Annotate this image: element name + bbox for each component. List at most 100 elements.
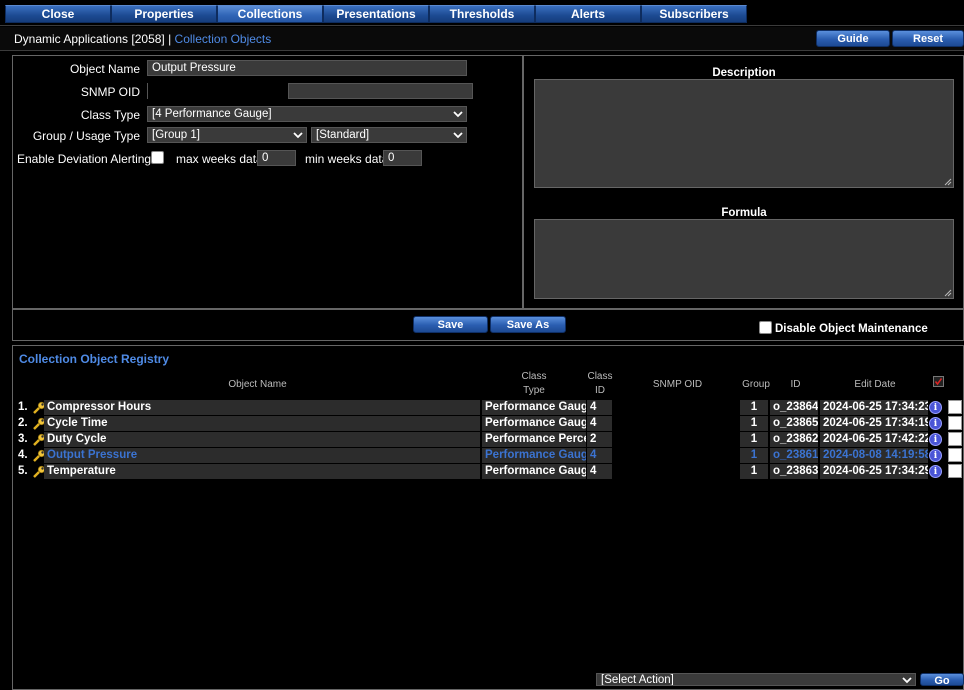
select-action-value: [Select Action] <box>601 674 674 686</box>
formula-textarea[interactable] <box>534 219 954 299</box>
formula-label: Formula <box>721 207 767 219</box>
deviation-alerting-label: Enable Deviation Alerting: <box>17 152 155 166</box>
max-weeks-input[interactable]: 0 <box>257 150 296 166</box>
row-class-type: Performance Percent <box>482 432 586 447</box>
table-row[interactable]: 3. Duty Cycle Performance Percent 2 1 o_… <box>14 432 964 448</box>
row-checkbox[interactable] <box>948 448 962 462</box>
col-class-type[interactable]: Class Type <box>484 370 584 398</box>
row-class-id: 4 <box>587 416 612 431</box>
row-object-name[interactable]: Output Pressure <box>44 448 480 463</box>
tab-properties[interactable]: Properties <box>111 5 217 23</box>
tab-subscribers[interactable]: Subscribers <box>641 5 747 23</box>
row-checkbox[interactable] <box>948 464 962 478</box>
row-class-type: Performance Gauge <box>482 400 586 415</box>
info-icon[interactable]: i <box>929 449 942 462</box>
group-value: [Group 1] <box>152 129 200 141</box>
col-id[interactable]: ID <box>778 378 813 392</box>
row-edit-date: 2024-06-25 17:34:29 <box>820 464 928 479</box>
disable-maintenance-checkbox[interactable] <box>759 321 772 334</box>
usage-type-select[interactable]: [Standard] <box>311 127 467 143</box>
col-class-id[interactable]: Class ID <box>585 370 615 398</box>
row-group: 1 <box>740 432 768 447</box>
deviation-alerting-checkbox[interactable] <box>151 151 164 164</box>
row-checkbox[interactable] <box>948 416 962 430</box>
guide-button[interactable]: Guide <box>816 30 890 47</box>
row-number: 5. <box>18 465 28 477</box>
save-button[interactable]: Save <box>413 316 488 333</box>
table-row[interactable]: 1. Compressor Hours Performance Gauge 4 … <box>14 400 964 416</box>
info-icon[interactable]: i <box>929 417 942 430</box>
snmp-oid-label: SNMP OID <box>80 85 140 99</box>
col-object-name[interactable]: Object Name <box>180 378 335 392</box>
class-type-label: Class Type <box>80 108 140 122</box>
col-class-id-line2: ID <box>595 385 605 396</box>
row-group: 1 <box>740 416 768 431</box>
row-group: 1 <box>740 448 768 463</box>
info-icon[interactable]: i <box>929 401 942 414</box>
table-row-selected[interactable]: 4. Output Pressure Performance Gauge 4 1… <box>14 448 964 464</box>
row-group: 1 <box>740 464 768 479</box>
app-title: Dynamic Applications [2058] <box>14 32 165 46</box>
snmp-oid-divider <box>147 83 148 99</box>
usage-type-value: [Standard] <box>316 129 370 141</box>
tab-presentations[interactable]: Presentations <box>323 5 429 23</box>
row-id: o_23862 <box>770 432 818 447</box>
row-object-name[interactable]: Compressor Hours <box>44 400 480 415</box>
row-class-id: 4 <box>587 400 612 415</box>
reset-button[interactable]: Reset <box>892 30 964 47</box>
disable-maintenance-label: Disable Object Maintenance <box>775 323 928 335</box>
tab-bar: Close Properties Collections Presentatio… <box>0 0 964 26</box>
select-action-dropdown[interactable]: [Select Action] <box>596 673 916 686</box>
resize-grip-icon[interactable] <box>944 289 952 297</box>
row-number: 2. <box>18 417 28 429</box>
snmp-oid-input[interactable] <box>288 83 473 99</box>
tab-close[interactable]: Close <box>5 5 111 23</box>
col-edit-date[interactable]: Edit Date <box>830 378 920 392</box>
row-object-name[interactable]: Duty Cycle <box>44 432 480 447</box>
row-class-id: 2 <box>587 432 612 447</box>
go-button[interactable]: Go <box>920 673 964 687</box>
row-object-name[interactable]: Temperature <box>44 464 480 479</box>
description-textarea[interactable] <box>534 79 954 188</box>
class-type-select[interactable]: [4 Performance Gauge] <box>147 106 467 122</box>
chevron-down-icon <box>293 132 303 139</box>
row-checkbox[interactable] <box>948 400 962 414</box>
chevron-down-icon <box>453 132 463 139</box>
class-type-value: [4 Performance Gauge] <box>152 108 272 120</box>
object-name-label: Object Name <box>69 62 140 76</box>
row-edit-date: 2024-06-25 17:42:22 <box>820 432 928 447</box>
col-snmp-oid[interactable]: SNMP OID <box>640 378 715 392</box>
row-number: 1. <box>18 401 28 413</box>
tab-alerts[interactable]: Alerts <box>535 5 641 23</box>
col-group[interactable]: Group <box>740 378 772 392</box>
row-object-name[interactable]: Cycle Time <box>44 416 480 431</box>
row-class-type: Performance Gauge <box>482 464 586 479</box>
row-checkbox[interactable] <box>948 432 962 446</box>
collection-objects-link[interactable]: Collection Objects <box>175 32 272 46</box>
col-class-id-line1: Class <box>587 371 613 382</box>
row-edit-date: 2024-06-25 17:34:23 <box>820 400 928 415</box>
min-weeks-label: min weeks data: <box>305 152 392 166</box>
info-icon[interactable]: i <box>929 465 942 478</box>
row-class-type: Performance Gauge <box>482 448 586 463</box>
col-class-type-line2: Type <box>523 385 545 396</box>
tab-thresholds[interactable]: Thresholds <box>429 5 535 23</box>
resize-grip-icon[interactable] <box>944 178 952 186</box>
table-row[interactable]: 2. Cycle Time Performance Gauge 4 1 o_23… <box>14 416 964 432</box>
tab-collections[interactable]: Collections <box>217 5 323 23</box>
info-icon[interactable]: i <box>929 433 942 446</box>
row-id: o_23864 <box>770 400 818 415</box>
group-select[interactable]: [Group 1] <box>147 127 307 143</box>
min-weeks-input[interactable]: 0 <box>383 150 422 166</box>
row-id: o_23865 <box>770 416 818 431</box>
breadcrumb: Dynamic Applications [2058] | Collection… <box>14 32 271 46</box>
max-weeks-label: max weeks data: <box>176 152 267 166</box>
save-as-button[interactable]: Save As <box>490 316 566 333</box>
page-header: Dynamic Applications [2058] | Collection… <box>0 27 964 51</box>
row-class-type: Performance Gauge <box>482 416 586 431</box>
group-usage-label: Group / Usage Type <box>32 129 140 143</box>
table-row[interactable]: 5. Temperature Performance Gauge 4 1 o_2… <box>14 464 964 480</box>
select-all-check-icon[interactable] <box>933 376 944 387</box>
object-name-input[interactable]: Output Pressure <box>147 60 467 76</box>
row-id: o_23863 <box>770 464 818 479</box>
